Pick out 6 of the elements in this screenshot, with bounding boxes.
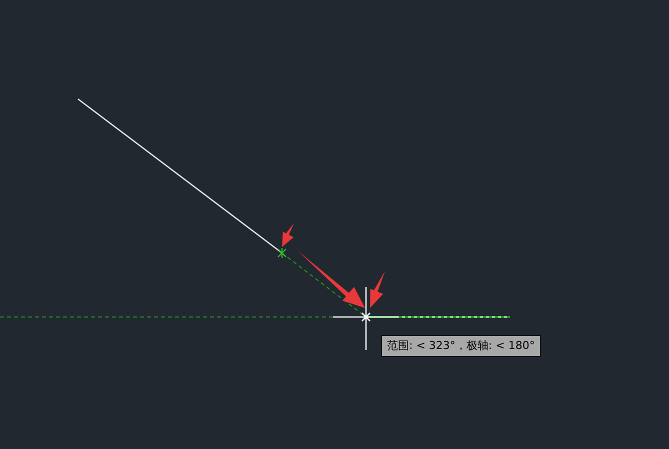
snap-marker [278,248,286,258]
pointer-arrow [298,251,365,308]
crosshair-cursor[interactable] [333,287,398,350]
tooltip: 范围: < 323°，极轴: < 180° [381,335,541,357]
pointer-arrow [370,271,385,308]
pointer-arrow [282,223,294,247]
